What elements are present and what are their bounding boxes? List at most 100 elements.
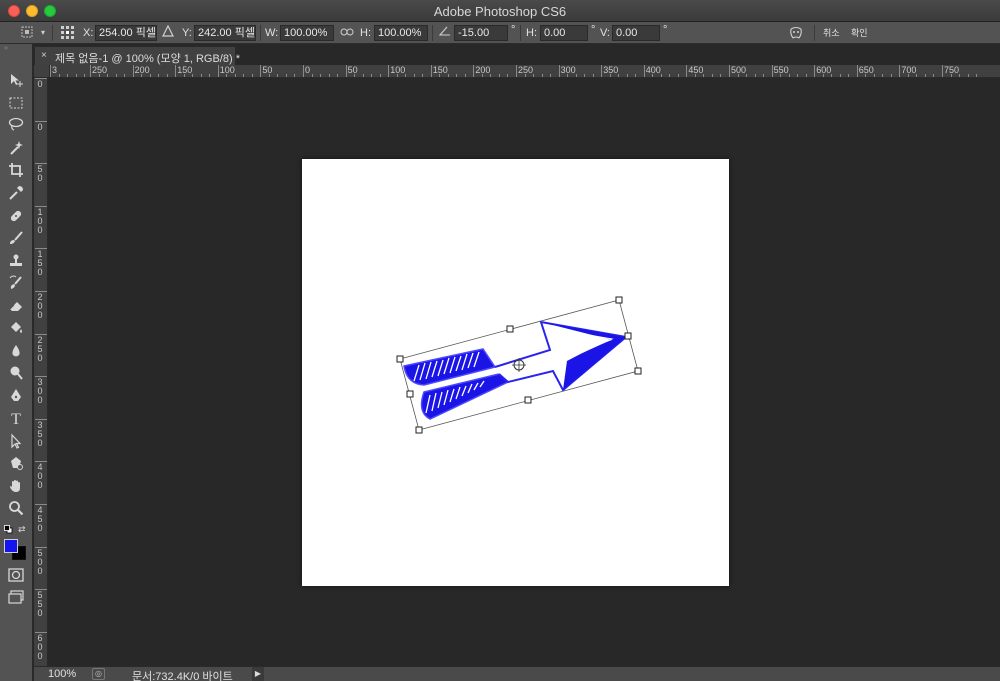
x-field[interactable]: 254.00 픽셀 — [95, 25, 157, 41]
ruler-minor-tick — [720, 74, 722, 77]
height-field[interactable]: 100.00% — [374, 25, 428, 41]
panel-collapse-icon[interactable]: » — [4, 45, 28, 52]
x-label: X: — [83, 27, 94, 39]
reference-point-icon[interactable] — [58, 25, 78, 41]
ruler-label: 750 — [944, 65, 960, 75]
ruler-minor-tick — [754, 74, 756, 77]
document-canvas[interactable] — [302, 159, 729, 586]
ruler-tick — [35, 248, 47, 250]
history-brush-tool-icon[interactable] — [5, 275, 27, 295]
transform-handle[interactable] — [624, 332, 632, 340]
vertical-ruler: 0 0 50 100 150 200 250 300 350 400 450 500 550 600 — [34, 78, 48, 666]
ruler-tick — [771, 65, 773, 77]
zoom-level[interactable]: 100% — [48, 668, 76, 680]
ruler-minor-tick — [251, 74, 253, 77]
ruler-minor-tick — [797, 74, 799, 77]
clone-stamp-tool-icon[interactable] — [5, 253, 27, 273]
swap-colors-icon[interactable]: ⇄ — [18, 524, 26, 535]
hand-tool-icon[interactable] — [5, 478, 27, 498]
transform-handle[interactable] — [506, 325, 514, 333]
transform-handle[interactable] — [634, 367, 642, 375]
type-tool-icon[interactable]: T — [5, 410, 27, 430]
ruler-minor-tick — [737, 74, 739, 77]
move-tool-icon[interactable] — [5, 72, 27, 92]
proof-icon[interactable]: ◎ — [92, 668, 105, 680]
ruler-minor-tick — [959, 74, 961, 77]
ruler-minor-tick — [967, 74, 969, 77]
crop-tool-icon[interactable] — [5, 162, 27, 182]
shape-tool-icon[interactable] — [5, 455, 27, 475]
skew-h-field[interactable]: 0.00 — [540, 25, 588, 41]
healing-brush-tool-icon[interactable] — [5, 208, 27, 228]
angle-field[interactable]: -15.00 — [454, 25, 508, 41]
close-tab-icon[interactable]: × — [41, 50, 47, 61]
commit-transform-button[interactable]: 확인 — [851, 22, 868, 44]
ruler-label: 50 — [37, 164, 43, 184]
link-icon[interactable] — [338, 25, 356, 41]
ruler-label: 250 — [37, 334, 43, 363]
ruler-tick — [303, 65, 304, 77]
ruler-tick — [601, 65, 603, 77]
default-colors-icon[interactable] — [4, 525, 13, 534]
width-field[interactable]: 100.00% — [280, 25, 334, 41]
ruler-minor-tick — [98, 74, 100, 77]
ruler-label: 0 — [37, 79, 43, 89]
warp-mode-icon[interactable] — [786, 25, 806, 41]
divider — [260, 25, 261, 41]
ruler-tick — [35, 78, 47, 79]
zoom-tool-icon[interactable] — [5, 500, 27, 520]
ruler-minor-tick — [234, 74, 236, 77]
ruler-minor-tick — [805, 74, 807, 77]
delta-icon[interactable] — [160, 24, 176, 41]
ruler-tick — [345, 65, 347, 77]
ruler-tick — [175, 65, 177, 77]
chevron-down-icon[interactable]: ▾ — [38, 25, 48, 41]
ruler-tick — [35, 291, 47, 292]
ruler-origin[interactable] — [34, 65, 50, 78]
ruler-label: 400 — [645, 65, 661, 75]
paint-bucket-tool-icon[interactable] — [5, 320, 27, 340]
transform-handle[interactable] — [406, 390, 414, 398]
ruler-minor-tick — [200, 74, 202, 77]
ruler-minor-tick — [320, 74, 322, 77]
brush-tool-icon[interactable] — [5, 230, 27, 250]
y-field[interactable]: 242.00 픽셀 — [194, 25, 256, 41]
ruler-label: 200 — [134, 65, 150, 75]
ruler-minor-tick — [524, 74, 526, 77]
transform-handle[interactable] — [615, 296, 623, 304]
ruler-minor-tick — [354, 74, 356, 77]
transform-handle[interactable] — [524, 396, 532, 404]
ruler-minor-tick — [328, 74, 330, 77]
eyedropper-tool-icon[interactable] — [5, 185, 27, 205]
pen-tool-icon[interactable] — [5, 388, 27, 408]
ruler-minor-tick — [822, 74, 824, 77]
marquee-tool-icon[interactable] — [5, 95, 27, 115]
transform-handle[interactable] — [415, 426, 423, 434]
eraser-tool-icon[interactable] — [5, 298, 27, 318]
ruler-minor-tick — [541, 74, 543, 77]
screen-mode-icon[interactable] — [5, 590, 27, 610]
ruler-minor-tick — [780, 74, 782, 77]
ruler-minor-tick — [652, 74, 654, 77]
arrow-shape-layer[interactable] — [302, 159, 729, 586]
blur-tool-icon[interactable] — [5, 343, 27, 363]
skew-v-field[interactable]: 0.00 — [612, 25, 660, 41]
path-selection-tool-icon[interactable] — [5, 433, 27, 453]
ruler-minor-tick — [107, 74, 109, 77]
lasso-tool-icon[interactable] — [5, 117, 27, 137]
status-menu-arrow-icon[interactable]: ▶ — [252, 667, 264, 681]
cancel-transform-button[interactable]: 취소 — [823, 22, 840, 44]
quick-mask-icon[interactable] — [5, 568, 27, 588]
ruler-minor-tick — [592, 74, 594, 77]
ruler-minor-tick — [635, 74, 637, 77]
ruler-minor-tick — [481, 74, 483, 77]
transform-handle[interactable] — [396, 355, 404, 363]
transform-tool-icon[interactable] — [18, 25, 36, 41]
document-tab-title: 제목 없음-1 @ 100% (모양 1, RGB/8) * — [55, 53, 240, 65]
document-tab[interactable]: × 제목 없음-1 @ 100% (모양 1, RGB/8) * — [34, 46, 240, 65]
magic-wand-tool-icon[interactable] — [5, 140, 27, 160]
ruler-label: 600 — [37, 632, 43, 661]
ruler-label: 0 — [305, 65, 311, 75]
dodge-tool-icon[interactable] — [5, 365, 27, 385]
foreground-color-swatch[interactable] — [4, 539, 18, 553]
